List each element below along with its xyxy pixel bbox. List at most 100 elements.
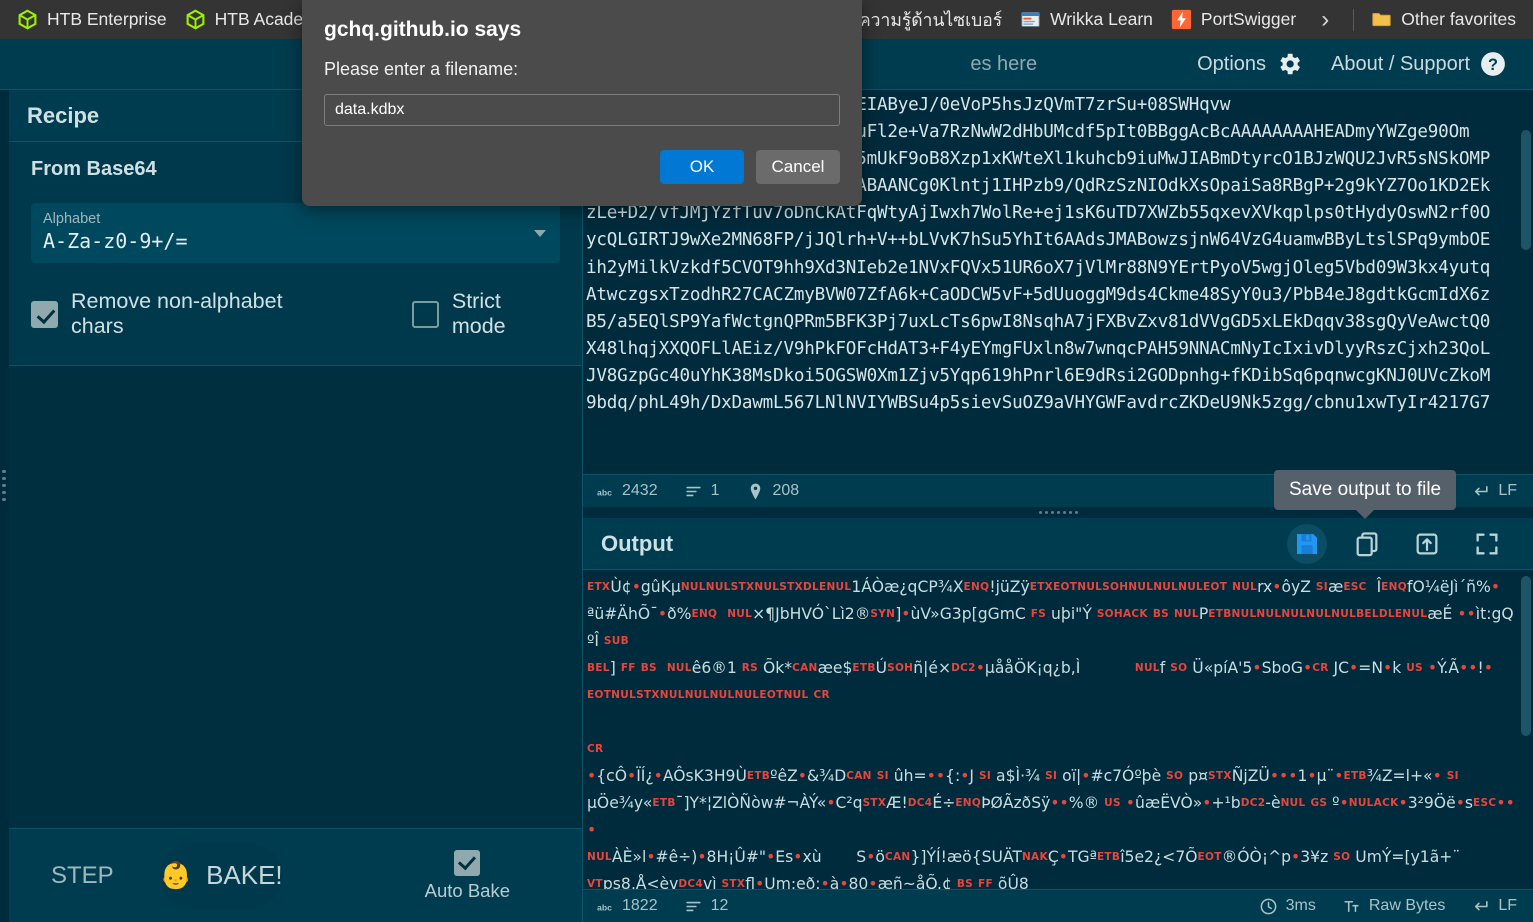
question-circle-icon: ? bbox=[1481, 52, 1505, 76]
copy-output-icon bbox=[1356, 531, 1378, 556]
control-char-badge: BELDLENUL bbox=[1356, 608, 1428, 620]
bookmark-htb-enterprise[interactable]: HTB Enterprise bbox=[8, 5, 176, 35]
control-char-badge: ETXEOTNULSOHNULNULNULEOT bbox=[1029, 581, 1228, 593]
save-output-button[interactable] bbox=[1287, 523, 1327, 564]
control-char-badge: EOT bbox=[1197, 851, 1222, 863]
remove-non-alphabet-chars-checkbox[interactable]: Remove non-alphabet chars bbox=[31, 289, 340, 339]
control-char-badge: CR bbox=[1312, 662, 1329, 674]
control-dot: • bbox=[1505, 794, 1515, 812]
control-dot: • bbox=[1058, 848, 1068, 866]
bake-controls-bar: STEP 👶 BAKE! Auto Bake bbox=[9, 828, 582, 922]
control-char-badge: ETB bbox=[1343, 770, 1367, 782]
alphabet-select[interactable]: Alphabet A-Za-z0-9+/= bbox=[31, 203, 560, 263]
text-format-icon bbox=[1344, 900, 1359, 912]
control-char-badge: STX bbox=[1208, 770, 1232, 782]
control-dot: • bbox=[839, 875, 849, 889]
bake-button[interactable]: 👶 BAKE! bbox=[159, 842, 283, 909]
bookmarks-divider bbox=[1353, 8, 1355, 31]
control-char-badge: STX bbox=[862, 797, 887, 809]
control-char-badge: EOTNULSTXNULNULNULNULEOTNUL bbox=[587, 689, 809, 701]
bookmark-label: PortSwigger bbox=[1200, 9, 1297, 29]
control-dot: • bbox=[1302, 659, 1313, 677]
output-status-bar: abc 1822 12 3ms Raw Bytes LF bbox=[583, 889, 1533, 922]
chevron-down-icon bbox=[534, 230, 546, 237]
other-favorites-folder[interactable]: Other favorites bbox=[1362, 5, 1525, 35]
input-lines-stat: 1 bbox=[684, 482, 720, 501]
control-char-badge: CR bbox=[813, 689, 830, 701]
control-char-badge: US bbox=[1104, 797, 1121, 809]
checkbox-box bbox=[31, 300, 58, 328]
control-dot: • bbox=[1291, 848, 1301, 866]
character-count-icon: abc bbox=[597, 487, 612, 497]
control-dot: • bbox=[766, 848, 776, 866]
dialog-title: gchq.github.io says bbox=[324, 18, 522, 41]
control-dot: • bbox=[1202, 794, 1212, 812]
input-line: B5/a5EQlSP9YafWctgnQPRm5BFK3Pj7uxLcTs6pw… bbox=[586, 311, 1491, 332]
control-char-badge: NUL bbox=[1331, 608, 1357, 620]
input-line: JV8GzpGc40uYhK38MsDkoi5OGSW0Xm1Zjv5Yqp61… bbox=[586, 365, 1491, 386]
control-dot: • bbox=[1468, 659, 1478, 677]
input-scrollbar[interactable] bbox=[1519, 90, 1533, 474]
bake-label: BAKE! bbox=[206, 860, 283, 890]
checkbox-box bbox=[411, 300, 439, 328]
step-button[interactable]: STEP bbox=[29, 852, 136, 900]
filename-input[interactable] bbox=[324, 94, 840, 126]
options-button[interactable]: Options bbox=[1183, 50, 1317, 78]
control-char-badge: CAN bbox=[846, 770, 872, 782]
recipe-title: Recipe bbox=[27, 102, 100, 128]
svg-text:?: ? bbox=[1488, 56, 1498, 74]
control-dot: • bbox=[653, 767, 663, 785]
control-dot: • bbox=[1288, 767, 1298, 785]
output-line-ending-stat[interactable]: LF bbox=[1471, 897, 1517, 916]
output-encoding-value: Raw Bytes bbox=[1368, 897, 1446, 914]
input-position-value: 208 bbox=[772, 482, 800, 499]
maximise-output-button[interactable] bbox=[1467, 524, 1507, 564]
control-dot: • bbox=[935, 767, 946, 785]
input-scrollbar-thumb[interactable] bbox=[1521, 130, 1531, 250]
control-char-badge: ETB bbox=[652, 797, 676, 809]
auto-bake-label: Auto Bake bbox=[424, 879, 510, 901]
about-support-button[interactable]: About / Support ? bbox=[1317, 50, 1521, 78]
filename-prompt-dialog: gchq.github.io says Please enter a filen… bbox=[302, 0, 862, 206]
copy-output-button[interactable] bbox=[1347, 524, 1387, 564]
control-dot: • bbox=[797, 767, 807, 785]
dialog-cancel-button[interactable]: Cancel bbox=[756, 150, 840, 184]
strict-mode-checkbox[interactable]: Strict mode bbox=[411, 289, 560, 339]
input-line-ending-stat[interactable]: LF bbox=[1471, 482, 1517, 501]
recipe-pane-resize-handle[interactable] bbox=[0, 90, 9, 922]
auto-bake-toggle[interactable]: Auto Bake bbox=[424, 849, 510, 902]
output-scrollbar-thumb[interactable] bbox=[1521, 576, 1531, 736]
bookmark-portswigger[interactable]: PortSwigger bbox=[1162, 5, 1305, 35]
control-char-badge: ETB bbox=[746, 770, 771, 782]
gear-icon bbox=[1280, 53, 1300, 75]
control-dot: • bbox=[1059, 794, 1069, 812]
output-title-bar: Output bbox=[583, 518, 1533, 570]
dialog-ok-button[interactable]: OK bbox=[660, 150, 744, 184]
control-dot: • bbox=[1483, 659, 1493, 677]
maximise-output-icon bbox=[1476, 533, 1498, 554]
control-char-badge: NUL bbox=[587, 851, 612, 863]
control-dot: • bbox=[1334, 767, 1344, 785]
window-icon bbox=[1021, 11, 1040, 28]
control-char-badge: ETB bbox=[852, 662, 876, 674]
control-char-badge: FF bbox=[620, 662, 636, 674]
control-char-badge: SO bbox=[1333, 851, 1351, 863]
output-textarea[interactable]: ETXÙ¢•gûKμNULNULSTXNULSTXDLENUL1ÁÒæ¿qCP¾… bbox=[583, 570, 1519, 889]
output-encoding-stat[interactable]: Raw Bytes bbox=[1342, 897, 1445, 916]
bookmark-label: HTB Enterprise bbox=[47, 9, 167, 29]
control-char-badge: CR bbox=[587, 743, 604, 755]
replace-input-button[interactable] bbox=[1407, 524, 1447, 564]
control-char-badge: BS bbox=[640, 662, 657, 674]
control-dot: • bbox=[626, 767, 637, 785]
output-pane: Output ETXÙ¢•gûKμNULNULSTXNULSTXDLENUL1Á… bbox=[583, 518, 1533, 922]
control-char-badge: NULNUL bbox=[1281, 608, 1332, 620]
bookmarks-overflow-chevron-icon[interactable]: › bbox=[1305, 7, 1345, 32]
control-dot: • bbox=[1272, 578, 1282, 596]
lightning-icon bbox=[1171, 9, 1192, 30]
bookmark-wrikka-learn[interactable]: Wrikka Learn bbox=[1011, 5, 1162, 35]
control-dot: • bbox=[926, 767, 936, 785]
control-char-badge: NUL bbox=[727, 608, 753, 620]
clock-icon bbox=[1260, 898, 1277, 914]
output-line: EOTNULSTXNULNULNULNULEOTNUL CR bbox=[587, 682, 1515, 709]
output-scrollbar[interactable] bbox=[1519, 570, 1533, 889]
